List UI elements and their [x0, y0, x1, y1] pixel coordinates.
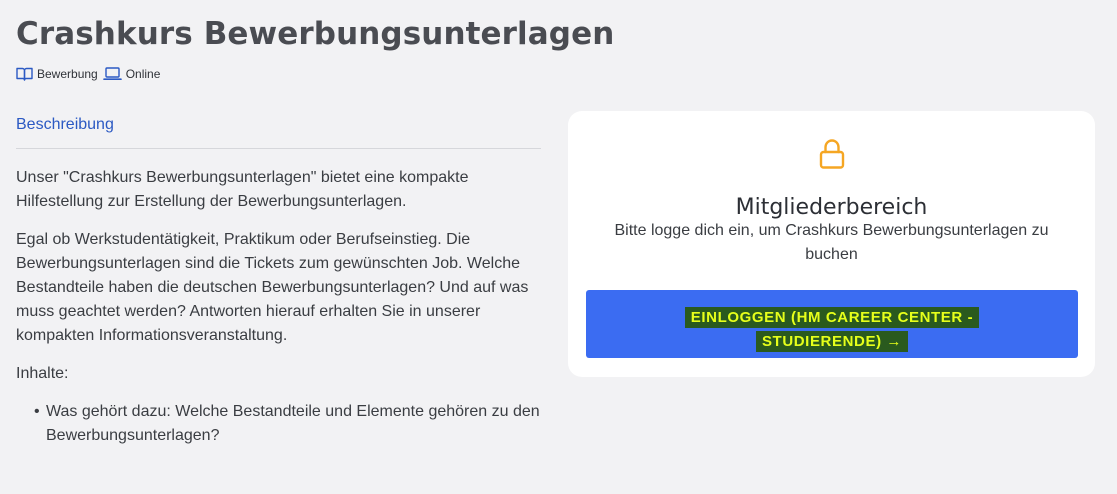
meta-row: Bewerbung Online [16, 66, 160, 82]
meta-item-category: Bewerbung [16, 67, 98, 81]
login-button-label: EINLOGGEN (HM CAREER CENTER - STUDIEREND… [684, 307, 980, 352]
book-icon [16, 67, 33, 81]
description-content: Unser "Crashkurs Bewerbungsunterlagen" b… [16, 166, 548, 448]
tab-bar: Beschreibung [16, 108, 541, 149]
list-item: Was gehört dazu: Welche Bestandteile und… [34, 400, 548, 448]
laptop-icon [102, 67, 122, 80]
tab-beschreibung[interactable]: Beschreibung [16, 116, 114, 147]
members-title: Mitgliederbereich [735, 195, 928, 221]
description-paragraph: Unser "Crashkurs Bewerbungsunterlagen" b… [16, 169, 469, 210]
meta-format-label: Online [125, 67, 161, 81]
meta-category-label: Bewerbung [37, 67, 98, 81]
description-paragraph: Egal ob Werkstudentätigkeit, Praktikum o… [16, 231, 529, 344]
contents-list: Was gehört dazu: Welche Bestandteile und… [16, 400, 548, 448]
page-title: Crashkurs Bewerbungsunterlagen [16, 16, 615, 52]
lock-icon [819, 139, 845, 169]
meta-item-format: Online [102, 67, 161, 81]
login-prompt: Bitte logge dich ein, um Crashkurs Bewer… [614, 222, 1049, 263]
members-card: Mitgliederbereich Bitte logge dich ein, … [568, 111, 1095, 377]
contents-heading: Inhalte: [16, 365, 69, 382]
login-button[interactable]: EINLOGGEN (HM CAREER CENTER - STUDIEREND… [586, 290, 1078, 358]
